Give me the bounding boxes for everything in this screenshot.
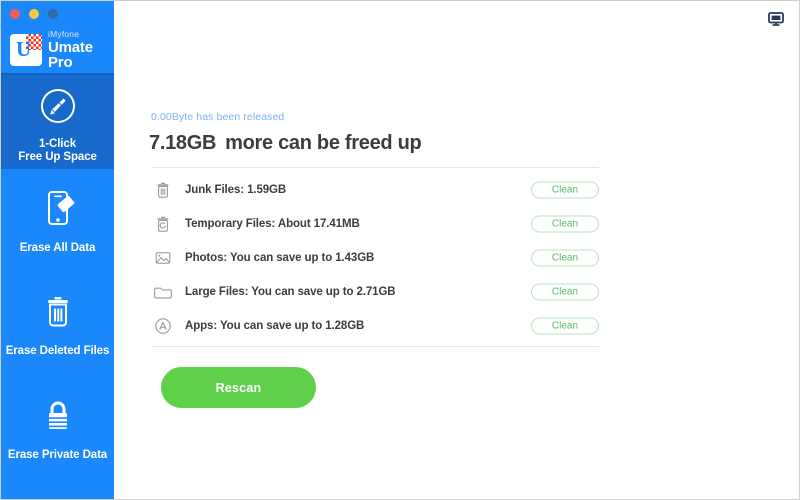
clean-button[interactable]: Clean: [531, 283, 599, 301]
close-button[interactable]: [10, 9, 20, 19]
trash-icon: [151, 178, 175, 202]
list-item: Junk Files: 1.59GB Clean: [151, 173, 599, 207]
list-item-label: Junk Files: 1.59GB: [185, 184, 287, 196]
brand: U iMyfone Umate Pro: [1, 27, 114, 73]
sidebar-item-erase-deleted-files[interactable]: Erase Deleted Files: [1, 273, 114, 377]
clean-button[interactable]: Clean: [531, 215, 599, 233]
list-item-label: Large Files: You can save up to 2.71GB: [185, 286, 396, 298]
clean-button[interactable]: Clean: [531, 317, 599, 335]
sidebar-nav: 1-Click Free Up Space Erase All Data Era…: [1, 75, 114, 481]
sidebar-item-label: 1-Click Free Up Space: [18, 137, 97, 164]
logo-u-glyph: U: [16, 37, 32, 61]
sidebar-item-label: Erase All Data: [19, 242, 96, 255]
status-released-text: 0.00Byte has been released: [151, 111, 285, 123]
list-divider-top: [151, 167, 599, 168]
list-item-label: Apps: You can save up to 1.28GB: [185, 320, 365, 332]
sidebar-item-free-up-space[interactable]: 1-Click Free Up Space: [1, 75, 114, 169]
list-divider-bottom: [151, 346, 599, 347]
sidebar-item-label: Erase Private Data: [7, 449, 108, 462]
cleanup-list: Junk Files: 1.59GB Clean Temporary Files…: [151, 173, 599, 343]
minimize-button[interactable]: [29, 9, 39, 19]
sidebar-item-label: Erase Deleted Files: [5, 345, 110, 358]
list-item: Photos: You can save up to 1.43GB Clean: [151, 241, 599, 275]
apps-icon: [151, 314, 175, 338]
zoom-button[interactable]: [48, 9, 58, 19]
broom-circle-icon: [38, 86, 78, 131]
imyfone-umate-pro-window: U iMyfone Umate Pro 1-Click Free Up Spac…: [0, 0, 800, 500]
page-title: 7.18GB more can be freed up: [149, 132, 422, 155]
umate-logo-icon: U: [10, 34, 42, 66]
main-content: 0.00Byte has been released 7.18GB more ca…: [114, 1, 799, 499]
list-item-label: Temporary Files: About 17.41MB: [185, 218, 360, 230]
sidebar: U iMyfone Umate Pro 1-Click Free Up Spac…: [1, 1, 114, 499]
headline-text: more can be freed up: [225, 132, 422, 154]
temporary-files-icon: [151, 212, 175, 236]
rescan-button[interactable]: Rescan: [161, 367, 316, 408]
photo-icon: [151, 246, 175, 270]
brand-product-label: Umate Pro: [48, 39, 93, 72]
clean-button[interactable]: Clean: [531, 249, 599, 267]
brand-text: iMyfone Umate Pro: [48, 30, 114, 71]
headline-amount: 7.18GB: [149, 132, 217, 154]
trash-icon: [38, 291, 78, 338]
list-item: Temporary Files: About 17.41MB Clean: [151, 207, 599, 241]
brand-company-label: iMyfone: [48, 28, 80, 39]
feedback-bubble-icon[interactable]: [767, 10, 785, 33]
list-item-label: Photos: You can save up to 1.43GB: [185, 252, 375, 264]
list-item: Apps: You can save up to 1.28GB Clean: [151, 309, 599, 343]
clean-button[interactable]: Clean: [531, 181, 599, 199]
window-controls: [10, 9, 58, 19]
folder-icon: [151, 280, 175, 304]
padlock-icon: [38, 395, 78, 442]
sidebar-item-erase-all-data[interactable]: Erase All Data: [1, 169, 114, 273]
list-item: Large Files: You can save up to 2.71GB C…: [151, 275, 599, 309]
sidebar-item-erase-private-data[interactable]: Erase Private Data: [1, 377, 114, 481]
phone-erase-icon: [38, 186, 78, 235]
